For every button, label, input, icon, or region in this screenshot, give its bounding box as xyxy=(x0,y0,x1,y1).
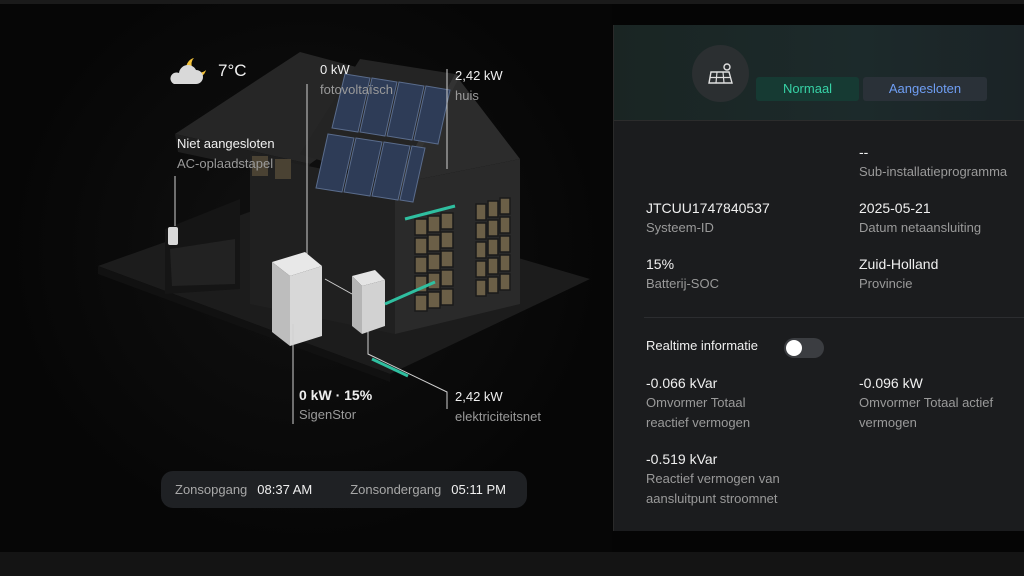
battery-soc-field: 15% Batterij-SOC xyxy=(646,254,719,294)
grid-label: 2,42 kW elektriciteitsnet xyxy=(455,387,541,427)
panel-header: Normaal Aangesloten xyxy=(614,25,1024,121)
grid-caption: elektriciteitsnet xyxy=(455,409,541,424)
grid-date-value: 2025-05-21 xyxy=(859,200,931,216)
pv-caption: fotovoltaïsch xyxy=(320,82,393,97)
battery-value: 0 kW · 15% xyxy=(299,387,373,403)
battery-caption: SigenStor xyxy=(299,407,357,422)
house-illustration xyxy=(98,52,590,424)
province-value: Zuid-Holland xyxy=(859,256,939,272)
system-avatar xyxy=(692,45,749,102)
energy-flow-scene: 7°C 0 kW fotovoltaïsch 2,42 kW huis Niet… xyxy=(0,4,612,552)
status-badge-connected: Aangesloten xyxy=(863,77,987,101)
pv-value: 0 kW xyxy=(320,62,350,77)
active-total-label-1: Omvormer Totaal actief xyxy=(859,395,994,410)
grid-date-label: Datum netaansluiting xyxy=(859,220,982,235)
home-caption: huis xyxy=(455,88,479,103)
battery-soc-label: Batterij-SOC xyxy=(646,276,719,291)
active-total-field: -0.096 kW Omvormer Totaal actief vermoge… xyxy=(859,373,993,433)
active-total-label-2: vermogen xyxy=(859,415,917,430)
reactive-total-field: -0.066 kVar Omvormer Totaal reactief ver… xyxy=(646,373,750,433)
section-divider xyxy=(644,317,1024,318)
charger-label: Niet aangesloten AC-oplaadstapel xyxy=(177,134,275,174)
system-id-label: Systeem-ID xyxy=(646,220,714,235)
grid-value: 2,42 kW xyxy=(455,389,503,404)
bottom-bar xyxy=(0,552,1024,576)
sub-installer-label: Sub-installatieprogramma xyxy=(859,164,1008,179)
sun-times-bar: Zonsopgang 08:37 AM Zonsondergang 05:11 … xyxy=(161,471,527,508)
sunset-time: 05:11 PM xyxy=(451,482,506,497)
status-badge-normal: Normaal xyxy=(756,77,859,101)
reactive-grid-value: -0.519 kVar xyxy=(646,451,718,467)
battery-label: 0 kW · 15% SigenStor xyxy=(299,385,372,425)
toggle-knob xyxy=(786,340,802,356)
sunset-label: Zonsondergang xyxy=(350,482,442,497)
battery-soc-value: 15% xyxy=(646,256,675,272)
app-root: 7°C 0 kW fotovoltaïsch 2,42 kW huis Niet… xyxy=(0,0,1024,576)
realtime-info-label: Realtime informatie xyxy=(646,338,758,353)
system-info-panel: Normaal Aangesloten -- Sub-installatiepr… xyxy=(613,25,1024,531)
reactive-total-value: -0.066 kVar xyxy=(646,375,718,391)
weather-widget: 7°C xyxy=(166,54,247,88)
home-label: 2,42 kW huis xyxy=(455,66,503,106)
reactive-grid-label-1: Reactief vermogen van xyxy=(646,471,780,486)
temperature-text: 7°C xyxy=(218,61,247,80)
grid-date-field: 2025-05-21 Datum netaansluiting xyxy=(859,198,981,238)
sunrise-label: Zonsopgang xyxy=(175,482,248,497)
system-id-value: JTCUU1747840537 xyxy=(646,200,770,216)
system-id-field: JTCUU1747840537 Systeem-ID xyxy=(646,198,770,238)
reactive-total-label-1: Omvormer Totaal xyxy=(646,395,746,410)
solar-panel-icon xyxy=(707,62,733,84)
pv-label: 0 kW fotovoltaïsch xyxy=(320,60,393,100)
sunrise-time: 08:37 AM xyxy=(257,482,313,497)
realtime-info-toggle[interactable] xyxy=(784,338,824,358)
charger-caption: AC-oplaadstapel xyxy=(177,156,274,171)
reactive-total-label-2: reactief vermogen xyxy=(646,415,751,430)
home-value: 2,42 kW xyxy=(455,68,503,83)
active-total-value: -0.096 kW xyxy=(859,375,923,391)
sub-installer-field: -- Sub-installatieprogramma xyxy=(859,142,1007,182)
reactive-grid-field: -0.519 kVar Reactief vermogen van aanslu… xyxy=(646,449,780,509)
charger-value: Niet aangesloten xyxy=(177,136,275,151)
moon-cloud-icon xyxy=(170,58,206,84)
province-field: Zuid-Holland Provincie xyxy=(859,254,938,294)
reactive-grid-label-2: aansluitpunt stroomnet xyxy=(646,491,778,506)
sub-installer-value: -- xyxy=(859,144,869,160)
province-label: Provincie xyxy=(859,276,913,291)
